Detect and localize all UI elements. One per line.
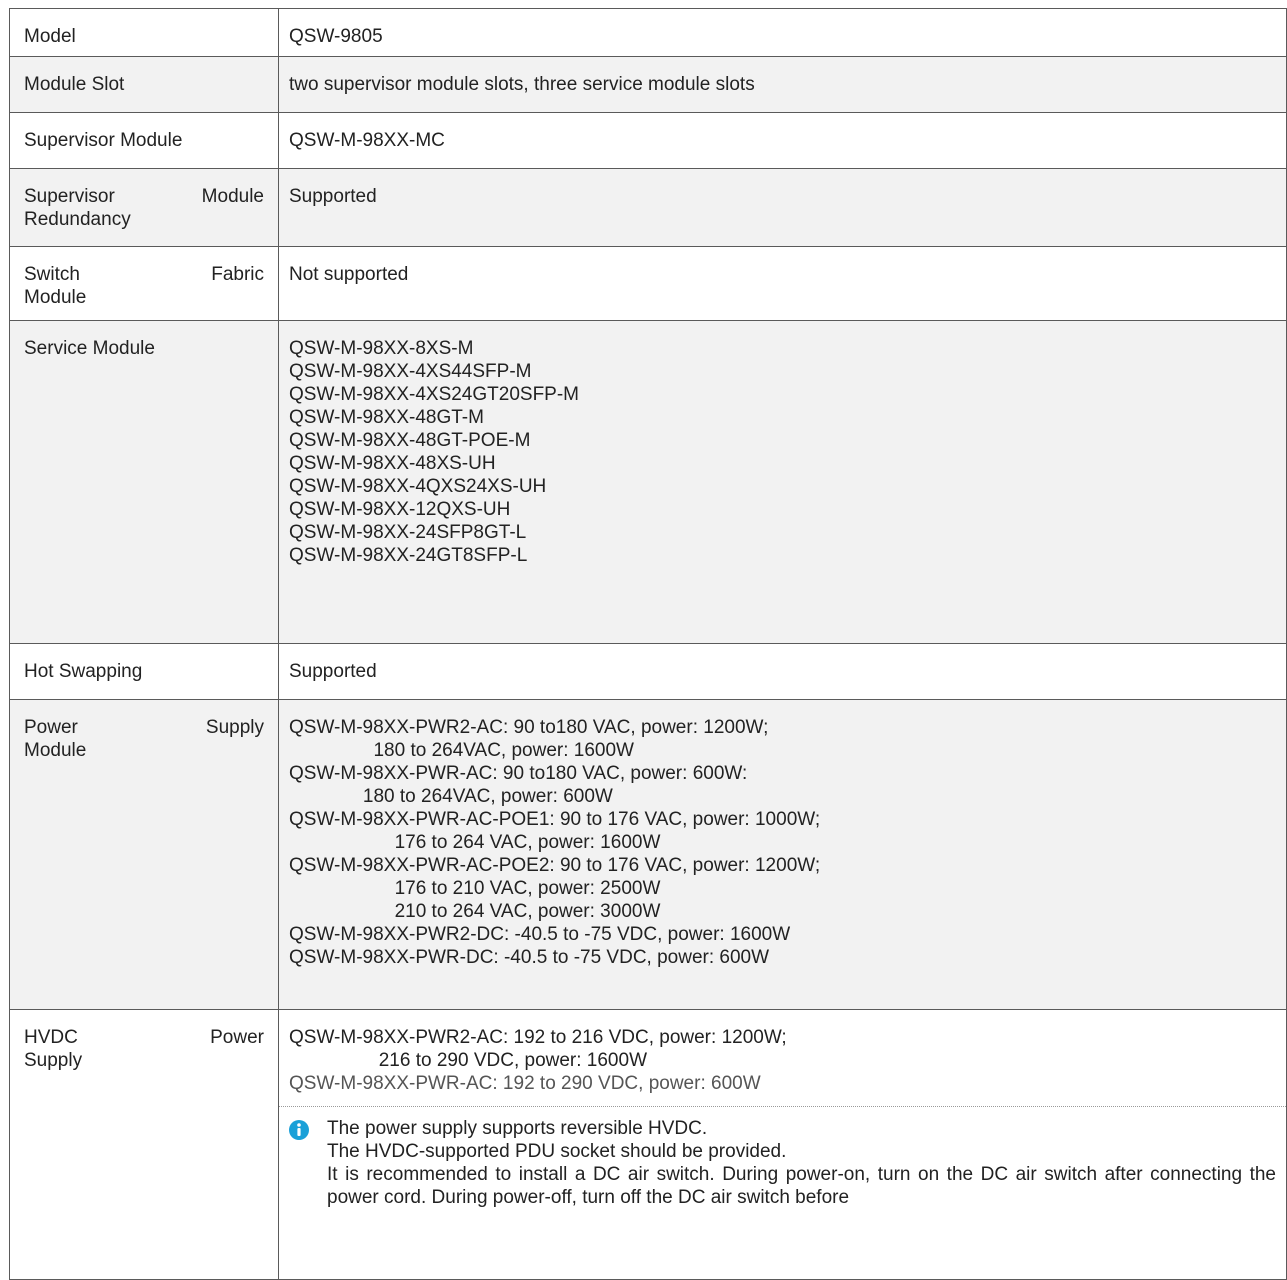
module-line: QSW-M-98XX-4QXS24XS-UH — [289, 476, 547, 497]
power-line: QSW-M-98XX-PWR-DC: -40.5 to -75 VDC, pow… — [289, 947, 770, 968]
row-value: Supported — [278, 643, 1287, 700]
label-line: Redundancy — [24, 209, 131, 230]
table-row: Power Supply Module QSW-M-98XX-PWR2-AC: … — [9, 699, 1287, 1010]
row-label: Hot Swapping — [9, 643, 279, 700]
row-label: Power Supply Module — [9, 699, 279, 1010]
row-value: Not supported — [278, 246, 1287, 321]
row-label: Module Slot — [9, 56, 279, 113]
row-value: QSW-M-98XX-MC — [278, 112, 1287, 169]
module-line: QSW-M-98XX-12QXS-UH — [289, 499, 511, 520]
hvdc-line: QSW-M-98XX-PWR-AC: 192 to 290 VDC, power… — [289, 1073, 761, 1094]
row-label: Switch Fabric Module — [9, 246, 279, 321]
label-line: Switch Fabric — [24, 264, 264, 285]
hvdc-line: 216 to 290 VDC, power: 1600W — [289, 1050, 648, 1071]
power-line: 180 to 264VAC, power: 600W — [289, 786, 613, 807]
note-line: It is recommended to install a DC air sw… — [327, 1164, 1276, 1208]
power-line: 176 to 210 VAC, power: 2500W — [289, 878, 661, 899]
row-label: Model — [9, 8, 279, 57]
row-label: Service Module — [9, 320, 279, 644]
label-line: Module — [24, 287, 87, 308]
module-line: QSW-M-98XX-8XS-M — [289, 338, 474, 359]
module-line: QSW-M-98XX-24GT8SFP-L — [289, 545, 528, 566]
table-row: Switch Fabric Module Not supported — [9, 246, 1287, 321]
row-value: QSW-9805 — [278, 8, 1287, 57]
hvdc-line: QSW-M-98XX-PWR2-AC: 192 to 216 VDC, powe… — [289, 1027, 787, 1048]
table-row: Module Slot two supervisor module slots,… — [9, 56, 1287, 113]
row-value: two supervisor module slots, three servi… — [278, 56, 1287, 113]
module-line: QSW-M-98XX-48GT-M — [289, 407, 484, 428]
label-line: Power Supply — [24, 717, 264, 738]
power-line: 210 to 264 VAC, power: 3000W — [289, 901, 661, 922]
info-icon — [289, 1120, 309, 1140]
note-text: The power supply supports reversible HVD… — [327, 1117, 1276, 1209]
module-line: QSW-M-98XX-4XS44SFP-M — [289, 361, 532, 382]
module-line: QSW-M-98XX-4XS24GT20SFP-M — [289, 384, 580, 405]
row-label: Supervisor Module Redundancy — [9, 168, 279, 247]
row-label: Supervisor Module — [9, 112, 279, 169]
row-value: QSW-M-98XX-PWR2-AC: 192 to 216 VDC, powe… — [278, 1009, 1287, 1280]
power-line: QSW-M-98XX-PWR-AC-POE1: 90 to 176 VAC, p… — [289, 809, 821, 830]
power-line: QSW-M-98XX-PWR-AC-POE2: 90 to 176 VAC, p… — [289, 855, 821, 876]
label-line: Supervisor Module — [24, 186, 264, 207]
note-line: The HVDC-supported PDU socket should be … — [327, 1141, 787, 1162]
table-row: Supervisor Module QSW-M-98XX-MC — [9, 112, 1287, 169]
row-value: QSW-M-98XX-PWR2-AC: 90 to180 VAC, power:… — [278, 699, 1287, 1010]
power-line: QSW-M-98XX-PWR2-AC: 90 to180 VAC, power:… — [289, 717, 769, 738]
note-box: The power supply supports reversible HVD… — [279, 1106, 1286, 1209]
spec-table: Model QSW-9805 Module Slot two superviso… — [9, 8, 1287, 1280]
power-line: QSW-M-98XX-PWR2-DC: -40.5 to -75 VDC, po… — [289, 924, 791, 945]
table-row: Supervisor Module Redundancy Supported — [9, 168, 1287, 247]
module-line: QSW-M-98XX-24SFP8GT-L — [289, 522, 527, 543]
row-value: QSW-M-98XX-8XS-M QSW-M-98XX-4XS44SFP-M Q… — [278, 320, 1287, 644]
table-row: Model QSW-9805 — [9, 8, 1287, 57]
table-row: HVDC Power Supply QSW-M-98XX-PWR2-AC: 19… — [9, 1009, 1287, 1280]
row-value: Supported — [278, 168, 1287, 247]
table-row: Hot Swapping Supported — [9, 643, 1287, 700]
note-line: The power supply supports reversible HVD… — [327, 1118, 708, 1139]
table-row: Service Module QSW-M-98XX-8XS-M QSW-M-98… — [9, 320, 1287, 644]
label-line: HVDC Power — [24, 1027, 264, 1048]
power-line: QSW-M-98XX-PWR-AC: 90 to180 VAC, power: … — [289, 763, 748, 784]
module-line: QSW-M-98XX-48GT-POE-M — [289, 430, 531, 451]
module-line: QSW-M-98XX-48XS-UH — [289, 453, 496, 474]
power-line: 176 to 264 VAC, power: 1600W — [289, 832, 661, 853]
row-label: HVDC Power Supply — [9, 1009, 279, 1280]
label-line: Supply — [24, 1050, 83, 1071]
label-line: Module — [24, 740, 87, 761]
power-line: 180 to 264VAC, power: 1600W — [289, 740, 634, 761]
